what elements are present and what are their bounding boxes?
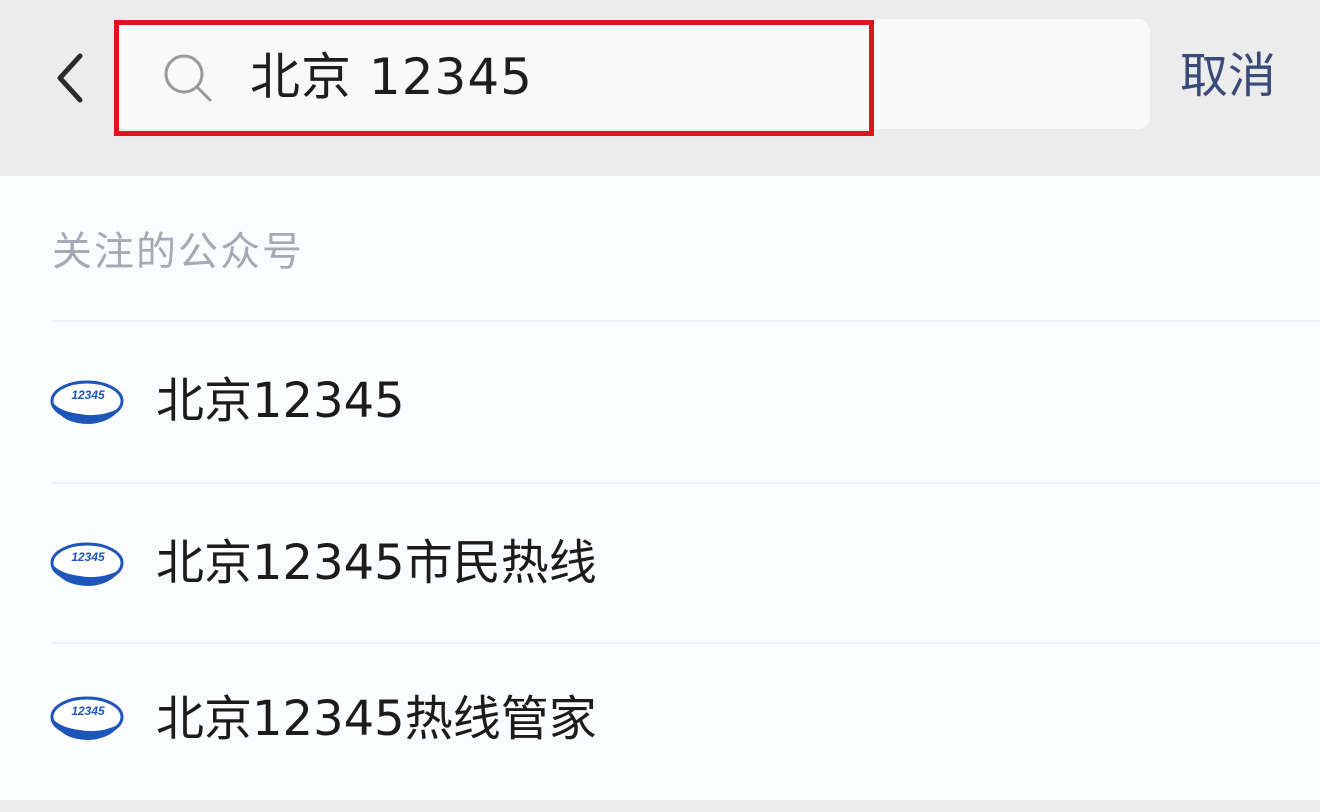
search-header: 取消 [0, 0, 1320, 176]
chevron-left-icon [57, 53, 83, 103]
search-results-page: 取消 关注的公众号 12345 北京12345 12345 北京12345市民热… [0, 0, 1320, 812]
section-title-followed-accounts: 关注的公众号 [52, 229, 304, 275]
avatar-text: 12345 [71, 704, 105, 718]
cancel-button[interactable]: 取消 [1180, 44, 1300, 108]
avatar-text: 12345 [71, 550, 105, 564]
account-avatar-icon: 12345 [50, 542, 124, 586]
account-avatar-icon: 12345 [50, 696, 124, 740]
result-label: 北京12345 [156, 373, 405, 429]
result-item[interactable]: 12345 北京12345市民热线 [0, 484, 1320, 644]
result-label: 北京12345热线管家 [156, 691, 597, 747]
account-avatar-icon: 12345 [50, 380, 124, 424]
search-input[interactable] [250, 40, 830, 114]
result-item[interactable]: 12345 北京12345 [0, 322, 1320, 482]
bottom-separator [0, 800, 1320, 812]
result-label: 北京12345市民热线 [156, 535, 597, 591]
back-button[interactable] [40, 40, 100, 116]
result-item[interactable]: 12345 北京12345热线管家 [0, 644, 1320, 804]
avatar-text: 12345 [71, 388, 105, 402]
search-icon [164, 54, 212, 102]
